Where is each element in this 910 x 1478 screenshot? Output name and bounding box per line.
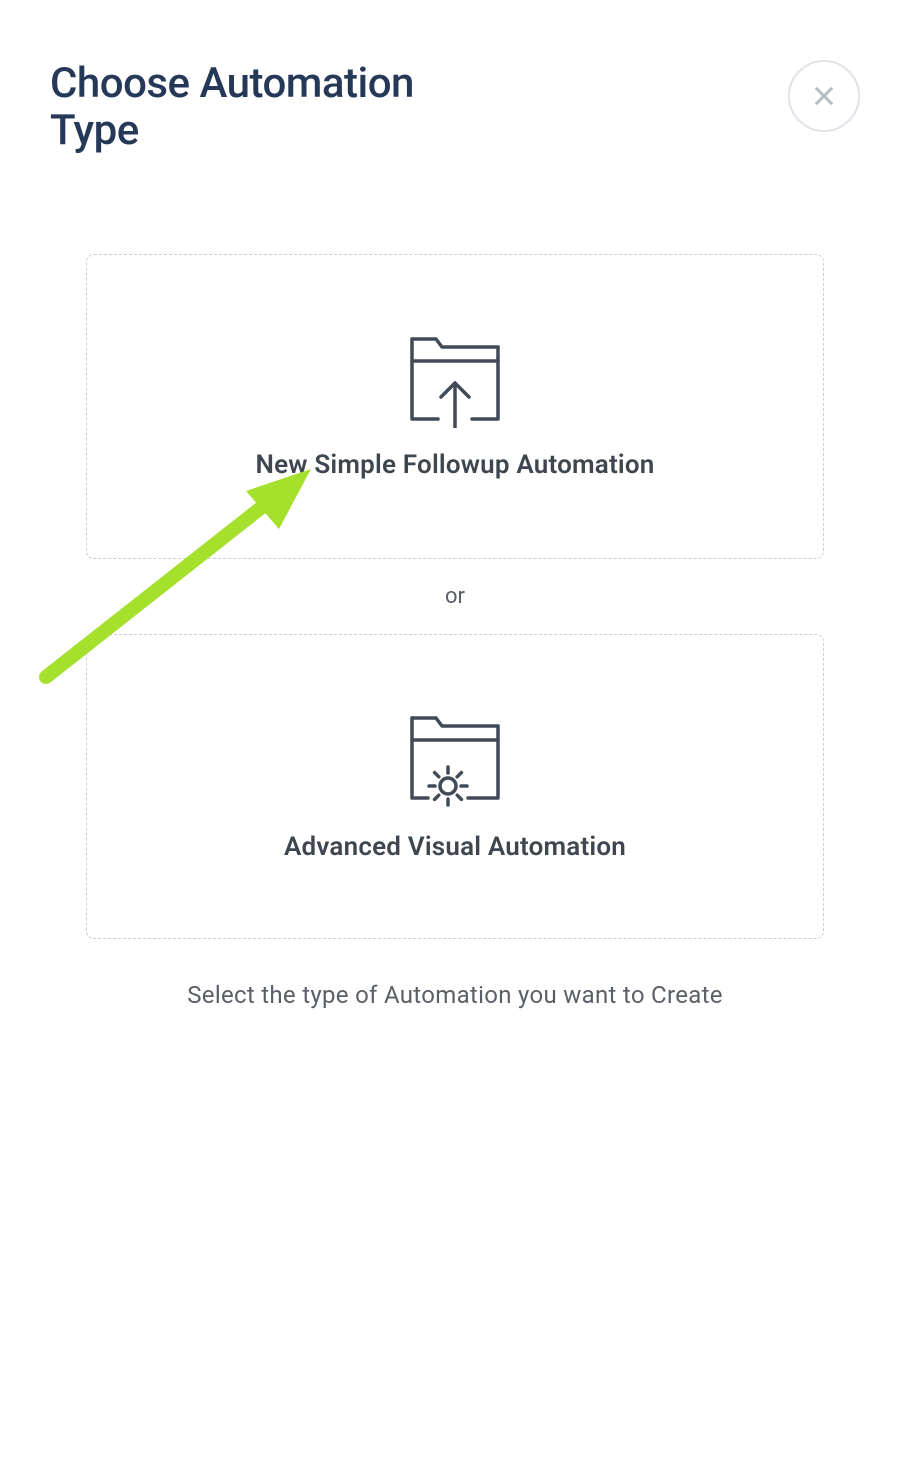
close-icon [810, 82, 838, 110]
or-separator: or [86, 584, 824, 609]
option-advanced-visual[interactable]: Advanced Visual Automation [86, 634, 824, 939]
upload-folder-icon [406, 333, 504, 432]
folder-gear-icon [406, 712, 504, 814]
option-simple-followup[interactable]: New Simple Followup Automation [86, 254, 824, 559]
dialog-title: Choose Automation Type [50, 60, 470, 154]
option-advanced-label: Advanced Visual Automation [284, 832, 626, 862]
dialog-header: Choose Automation Type [0, 0, 910, 154]
close-button[interactable] [788, 60, 860, 132]
option-simple-label: New Simple Followup Automation [256, 450, 655, 480]
hint-text: Select the type of Automation you want t… [86, 981, 824, 1009]
dialog-content: New Simple Followup Automation or [0, 154, 910, 1009]
